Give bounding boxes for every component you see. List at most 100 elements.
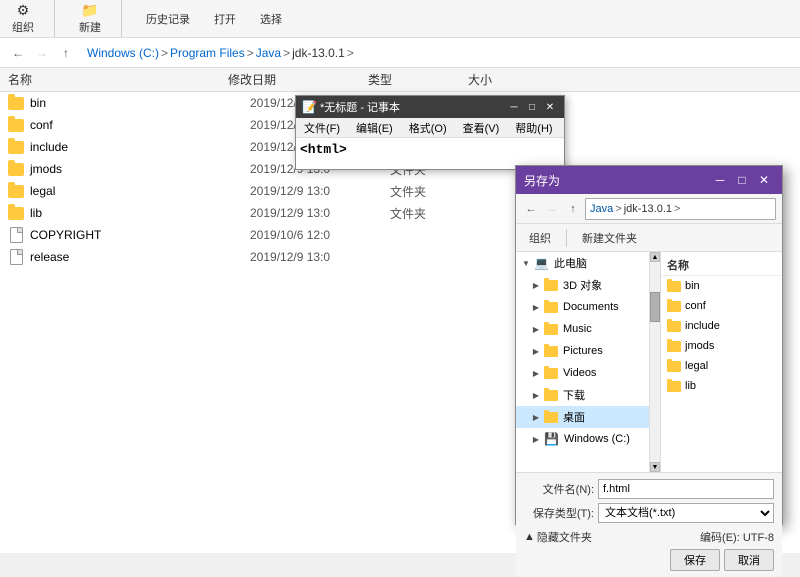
- history-button[interactable]: 历史记录: [142, 9, 194, 29]
- toolbar-new-section: 📁 新建: [75, 0, 122, 37]
- breadcrumb-item-3[interactable]: Java: [256, 46, 281, 60]
- dialog-toolbar: 组织 新建文件夹: [516, 224, 782, 252]
- tree-expander[interactable]: ▶: [530, 323, 542, 335]
- dialog-file-row[interactable]: conf: [661, 296, 782, 316]
- tree-label: Windows (C:): [564, 433, 630, 445]
- dialog-file-row[interactable]: bin: [661, 276, 782, 296]
- new-folder-button[interactable]: 📁 新建: [75, 1, 105, 37]
- notepad-window-controls: ─ □ ✕: [506, 100, 558, 114]
- col-header-size[interactable]: 大小: [468, 71, 548, 88]
- tree-expander[interactable]: ▶: [530, 411, 542, 423]
- dialog-file-row[interactable]: lib: [661, 376, 782, 396]
- notepad-menu-format[interactable]: 格式(O): [405, 118, 451, 138]
- tree-label: Documents: [563, 301, 619, 313]
- dialog-tree-item[interactable]: ▼💻此电脑: [516, 252, 649, 274]
- tree-expander[interactable]: ▶: [530, 389, 542, 401]
- save-as-dialog: 另存为 ─ □ ✕ ← → ↑ Java > jdk-13.0.1 > 组织 新…: [515, 165, 783, 525]
- dialog-maximize-btn[interactable]: □: [732, 171, 752, 189]
- tree-expander[interactable]: ▶: [530, 367, 542, 379]
- file-date: 2019/10/6 12:0: [250, 228, 390, 242]
- dialog-minimize-btn[interactable]: ─: [710, 171, 730, 189]
- dialog-tree-item[interactable]: ▶桌面: [516, 406, 649, 428]
- open-label: 打开: [214, 11, 236, 27]
- dialog-new-folder-btn[interactable]: 新建文件夹: [575, 227, 644, 249]
- dialog-breadcrumb[interactable]: Java > jdk-13.0.1 >: [585, 198, 776, 220]
- scroll-up-arrow[interactable]: ▲: [650, 252, 660, 262]
- dialog-bc-java[interactable]: Java: [590, 203, 613, 215]
- notepad-maximize-btn[interactable]: □: [524, 100, 540, 114]
- tree-expander[interactable]: ▶: [530, 279, 542, 291]
- dialog-tree-item[interactable]: ▶💾 Windows (C:): [516, 428, 649, 450]
- breadcrumb-item-1[interactable]: Windows (C:): [87, 46, 159, 60]
- file-date: 2019/12/9 13:0: [250, 206, 390, 220]
- filename-input[interactable]: [598, 479, 774, 499]
- dialog-up-btn[interactable]: ↑: [564, 200, 582, 218]
- dialog-titlebar: 另存为 ─ □ ✕: [516, 166, 782, 194]
- dialog-tree-item[interactable]: ▶ 3D 对象: [516, 274, 649, 296]
- notepad-menu-edit[interactable]: 编辑(E): [352, 118, 397, 138]
- organize-icon: ⚙: [15, 3, 31, 19]
- dialog-tree-item[interactable]: ▶ Pictures: [516, 340, 649, 362]
- breadcrumb[interactable]: Windows (C:) > Program Files > Java > jd…: [80, 41, 792, 65]
- dialog-bc-jdk: jdk-13.0.1: [624, 203, 672, 215]
- up-button[interactable]: ↑: [56, 43, 76, 63]
- tree-label: 3D 对象: [563, 277, 602, 293]
- tree-label: Pictures: [563, 345, 603, 357]
- scroll-down-arrow[interactable]: ▼: [650, 462, 660, 472]
- dialog-file-row[interactable]: include: [661, 316, 782, 336]
- open-button[interactable]: 打开: [210, 9, 240, 29]
- dialog-tree-item[interactable]: ▶ Documents: [516, 296, 649, 318]
- tree-folder-icon: [544, 412, 558, 423]
- dialog-window-controls: ─ □ ✕: [710, 171, 774, 189]
- filename-label: 文件名(N):: [524, 481, 594, 497]
- scroll-thumb[interactable]: [650, 292, 660, 322]
- notepad-menu-help[interactable]: 帮助(H): [511, 118, 556, 138]
- col-header-type[interactable]: 类型: [368, 71, 468, 88]
- dialog-file-row[interactable]: jmods: [661, 336, 782, 356]
- dialog-tree-item[interactable]: ▶Videos: [516, 362, 649, 384]
- dialog-tree-item[interactable]: ▶Music: [516, 318, 649, 340]
- tree-expander[interactable]: ▶: [530, 433, 542, 445]
- organize-button[interactable]: ⚙ 组织: [8, 1, 38, 37]
- notepad-close-btn[interactable]: ✕: [542, 100, 558, 114]
- tree-expander[interactable]: ▶: [530, 301, 542, 313]
- filetype-select[interactable]: 文本文档(*.txt): [598, 503, 774, 523]
- hidden-folder-toggle[interactable]: ▲ 隐藏文件夹: [524, 529, 592, 545]
- dialog-back-btn[interactable]: ←: [522, 200, 540, 218]
- notepad-minimize-btn[interactable]: ─: [506, 100, 522, 114]
- breadcrumb-item-2[interactable]: Program Files: [170, 46, 245, 60]
- tree-folder-icon: [544, 302, 558, 313]
- file-name: jmods: [30, 162, 250, 176]
- dialog-organize-btn[interactable]: 组织: [522, 227, 558, 249]
- tree-expander[interactable]: ▼: [520, 257, 532, 269]
- select-label: 选择: [260, 11, 282, 27]
- dialog-folder-icon: [667, 361, 681, 372]
- dialog-bc-sep: >: [615, 203, 621, 215]
- cancel-button[interactable]: 取消: [724, 549, 774, 571]
- dialog-close-btn[interactable]: ✕: [754, 171, 774, 189]
- notepad-menu-view[interactable]: 查看(V): [459, 118, 504, 138]
- back-button[interactable]: ←: [8, 43, 28, 63]
- col-header-date[interactable]: 修改日期: [228, 71, 368, 88]
- folder-icon: [8, 207, 24, 220]
- save-button[interactable]: 保存: [670, 549, 720, 571]
- dialog-tree-item[interactable]: ▶下载: [516, 384, 649, 406]
- folder-icon: [8, 163, 24, 176]
- drive-icon: 💾: [544, 432, 559, 446]
- select-button[interactable]: 选择: [256, 9, 286, 29]
- tree-expander[interactable]: ▶: [530, 345, 542, 357]
- dialog-forward-btn[interactable]: →: [543, 200, 561, 218]
- dialog-file-row[interactable]: legal: [661, 356, 782, 376]
- tree-folder-icon: [544, 390, 558, 401]
- file-icon: [10, 227, 23, 243]
- dialog-left-scrollbar[interactable]: ▲ ▼: [650, 252, 660, 472]
- forward-button[interactable]: →: [32, 43, 52, 63]
- encoding-label: 编码(E): UTF-8: [700, 529, 774, 545]
- tree-folder-icon: [544, 346, 558, 357]
- computer-icon: 💻: [534, 256, 549, 270]
- breadcrumb-item-4: jdk-13.0.1: [292, 46, 345, 60]
- organize-label: 组织: [12, 19, 34, 35]
- notepad-menu-file[interactable]: 文件(F): [300, 118, 344, 138]
- col-header-name[interactable]: 名称: [8, 71, 228, 88]
- notepad-content[interactable]: <html>: [296, 138, 564, 161]
